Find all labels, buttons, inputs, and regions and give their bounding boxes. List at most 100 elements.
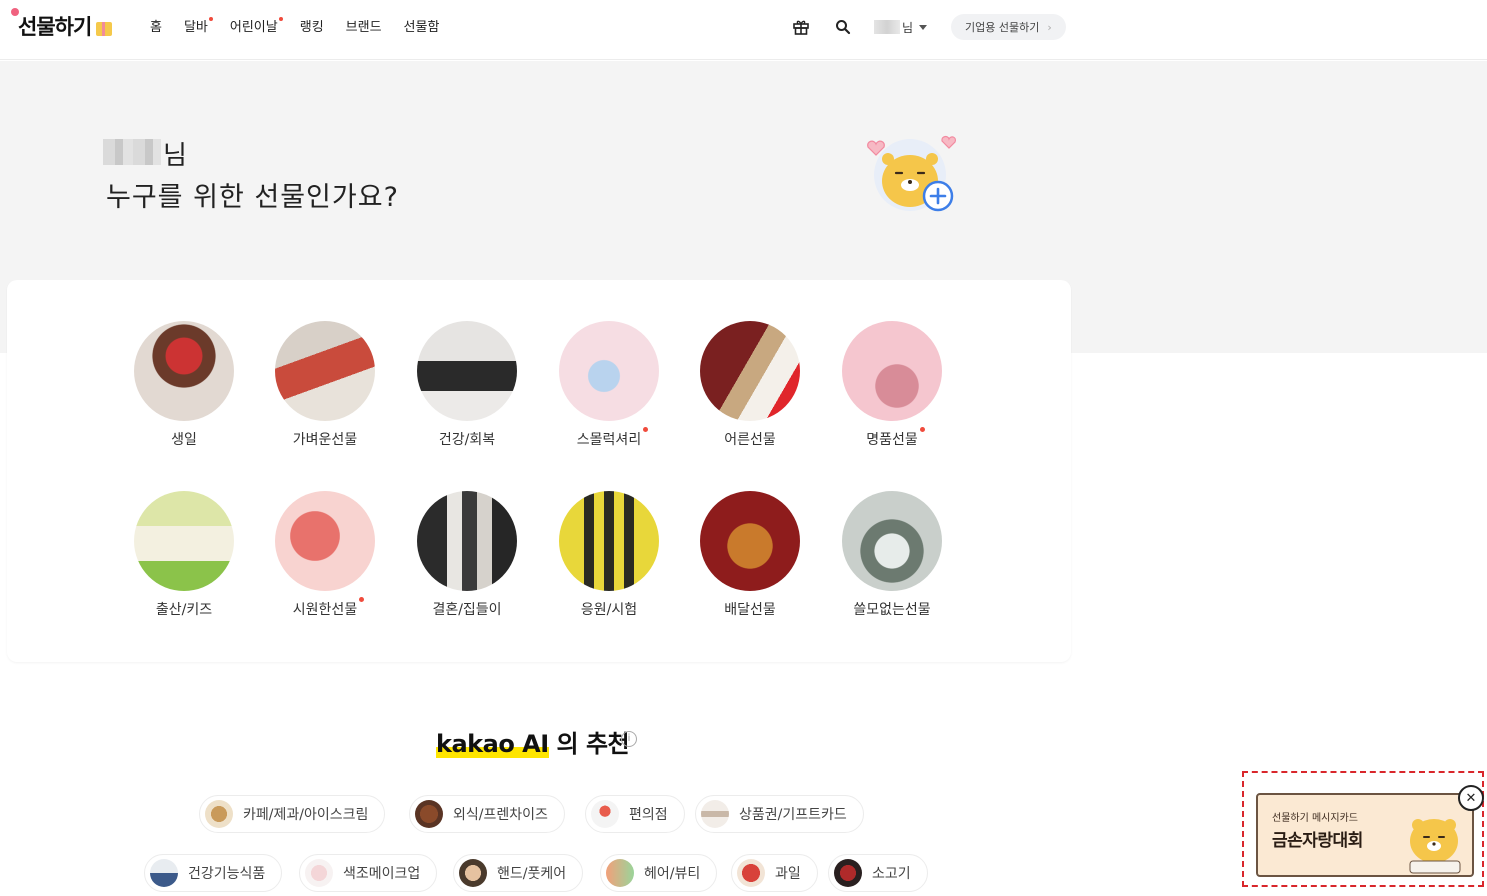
category-label: 출산/키즈 bbox=[156, 599, 212, 619]
category-cheer-exam[interactable]: 응원/시험 bbox=[554, 491, 664, 631]
business-gift-button[interactable]: 기업용 선물하기 › bbox=[951, 14, 1066, 40]
chip-label: 핸드/풋케어 bbox=[497, 866, 567, 882]
category-label: 시원한선물 bbox=[293, 597, 365, 619]
nav-item-label: 달바 bbox=[183, 20, 208, 35]
chip-label: 편의점 bbox=[629, 807, 668, 823]
ryan-character-icon bbox=[867, 135, 956, 212]
category-delivery-gift[interactable]: 배달선물 bbox=[695, 491, 805, 631]
category-label: 배달선물 bbox=[724, 599, 776, 619]
category-image bbox=[275, 491, 375, 591]
nav-item-dalba[interactable]: 달바 bbox=[183, 17, 213, 38]
nav-item-giftbox[interactable]: 선물함 bbox=[404, 18, 440, 38]
greeting-name-suffix: 님 bbox=[163, 141, 187, 171]
category-label-text: 건강/회복 bbox=[438, 432, 496, 448]
chip-hand-foot-care[interactable]: 핸드/풋케어 bbox=[453, 854, 584, 892]
chip-label: 헤어/뷰티 bbox=[644, 866, 701, 882]
category-image bbox=[700, 491, 800, 591]
chip-image bbox=[305, 859, 333, 887]
nav-item-label: 브랜드 bbox=[345, 20, 382, 35]
close-icon: ✕ bbox=[1465, 790, 1477, 806]
nav-item-home[interactable]: 홈 bbox=[150, 18, 162, 38]
category-cool-gift[interactable]: 시원한선물 bbox=[270, 491, 380, 631]
chevron-down-icon[interactable] bbox=[919, 24, 928, 30]
chip-image bbox=[737, 859, 765, 887]
category-label: 결혼/집들이 bbox=[432, 599, 501, 619]
chip-image bbox=[415, 800, 443, 828]
nav-item-ranking[interactable]: 랭킹 bbox=[300, 18, 324, 38]
chip-label: 색조메이크업 bbox=[343, 866, 421, 882]
category-image bbox=[700, 321, 800, 421]
category-image bbox=[559, 491, 659, 591]
map-pin-icon bbox=[591, 800, 619, 828]
category-image bbox=[842, 321, 942, 421]
category-baby-kids[interactable]: 출산/키즈 bbox=[129, 491, 239, 631]
chip-label: 상품권/기프트카드 bbox=[739, 807, 847, 823]
message-card-contest-banner[interactable]: 선물하기 메시지카드 금손자랑대회 ✕ bbox=[1242, 771, 1484, 887]
nav-item-label: 홈 bbox=[150, 20, 162, 35]
chip-gift-card[interactable]: 상품권/기프트카드 bbox=[695, 795, 864, 833]
ai-title-suffix: 의 추천 bbox=[548, 730, 630, 758]
nav-item-childrens-day[interactable]: 어린이날 bbox=[230, 17, 283, 38]
new-badge-dot bbox=[919, 427, 925, 432]
banner-title: 금손자랑대회 bbox=[1272, 831, 1363, 851]
category-luxury-gift[interactable]: 명품선물 bbox=[837, 321, 947, 461]
chip-cafe[interactable]: 카페/제과/아이스크림 bbox=[199, 795, 386, 833]
header-actions: 님 기업용 선물하기 › bbox=[790, 14, 1066, 40]
add-friend-button[interactable] bbox=[862, 131, 962, 221]
chip-image bbox=[205, 800, 233, 828]
category-useless-gift[interactable]: 쓸모없는선물 bbox=[837, 491, 947, 631]
category-label-text: 쓸모없는선물 bbox=[853, 602, 931, 618]
new-badge-dot bbox=[208, 17, 213, 21]
nav-item-label: 랭킹 bbox=[299, 20, 324, 35]
user-name-blurred[interactable] bbox=[874, 20, 900, 34]
category-elder-gift[interactable]: 어른선물 bbox=[695, 321, 805, 461]
category-label: 명품선물 bbox=[866, 427, 925, 449]
category-image bbox=[275, 321, 375, 421]
category-label: 건강/회복 bbox=[439, 429, 495, 449]
category-small-luxury[interactable]: 스몰럭셔리 bbox=[554, 321, 664, 461]
chip-label: 소고기 bbox=[872, 866, 911, 882]
nav-item-brand[interactable]: 브랜드 bbox=[346, 18, 382, 38]
chip-image bbox=[701, 800, 729, 828]
category-label: 어른선물 bbox=[724, 429, 776, 449]
chip-label: 카페/제과/아이스크림 bbox=[243, 807, 369, 823]
category-birthday[interactable]: 생일 bbox=[129, 321, 239, 461]
category-label-text: 어른선물 bbox=[724, 432, 776, 448]
logo-gift-icon bbox=[96, 22, 112, 36]
ai-brand: kakao AI bbox=[436, 730, 549, 758]
category-label-text: 가벼운선물 bbox=[292, 432, 358, 448]
category-health[interactable]: 건강/회복 bbox=[412, 321, 522, 461]
category-image bbox=[417, 321, 517, 421]
category-image bbox=[842, 491, 942, 591]
chip-convenience-store[interactable]: 편의점 bbox=[585, 795, 685, 833]
chip-image bbox=[606, 859, 634, 887]
banner-subtitle: 선물하기 메시지카드 bbox=[1272, 813, 1358, 824]
category-light-gift[interactable]: 가벼운선물 bbox=[270, 321, 380, 461]
category-image bbox=[134, 491, 234, 591]
chip-dining[interactable]: 외식/프렌차이즈 bbox=[409, 795, 565, 833]
ryan-character-icon bbox=[1409, 819, 1461, 874]
chip-label: 과일 bbox=[775, 866, 801, 882]
info-icon[interactable]: i bbox=[621, 731, 637, 747]
category-label-text: 결혼/집들이 bbox=[432, 602, 502, 618]
close-banner-button[interactable]: ✕ bbox=[1458, 785, 1484, 811]
category-label-text: 생일 bbox=[171, 432, 197, 448]
search-icon[interactable] bbox=[832, 16, 854, 38]
category-label-text: 스몰럭셔리 bbox=[576, 432, 642, 448]
chip-color-makeup[interactable]: 색조메이크업 bbox=[299, 854, 438, 892]
chip-beef[interactable]: 소고기 bbox=[828, 854, 928, 892]
new-badge-dot bbox=[643, 427, 649, 432]
gift-box-icon[interactable] bbox=[790, 16, 812, 38]
chevron-right-icon: › bbox=[1047, 20, 1052, 34]
category-image bbox=[417, 491, 517, 591]
category-label: 응원/시험 bbox=[581, 599, 637, 619]
user-name-blurred bbox=[103, 139, 161, 165]
chip-fruit[interactable]: 과일 bbox=[731, 854, 818, 892]
chip-health-food[interactable]: 건강기능식품 bbox=[144, 854, 283, 892]
user-name-suffix[interactable]: 님 bbox=[902, 19, 913, 36]
chip-label: 건강기능식품 bbox=[188, 866, 266, 882]
category-wedding-housewarming[interactable]: 결혼/집들이 bbox=[412, 491, 522, 631]
chip-hair-beauty[interactable]: 헤어/뷰티 bbox=[600, 854, 718, 892]
logo[interactable]: 선물하기 bbox=[18, 11, 92, 41]
nav-item-label: 선물함 bbox=[403, 20, 440, 35]
